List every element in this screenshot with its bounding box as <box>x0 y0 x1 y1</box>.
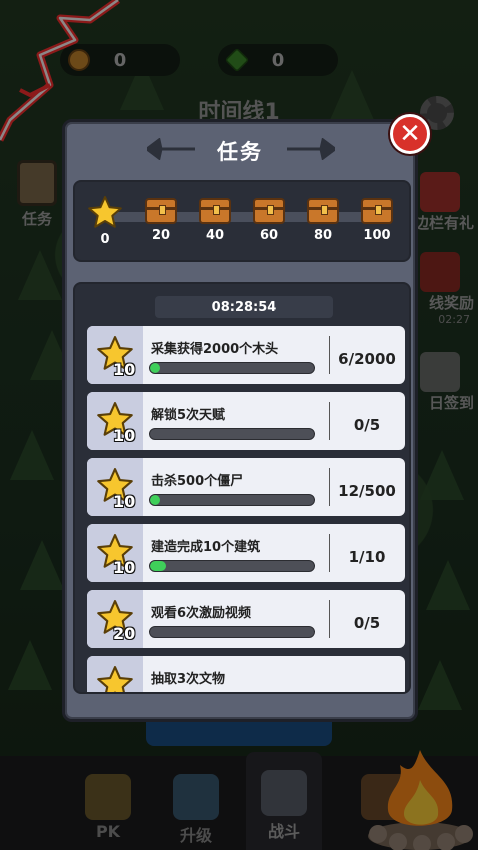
task-item[interactable]: 10 击杀500个僵尸 12/500 <box>87 458 405 516</box>
task-item[interactable]: 抽取3次文物 <box>87 656 405 692</box>
reward-amount: 20 <box>113 624 136 643</box>
activity-progress-panel: 0 20 40 60 80 100 <box>73 180 411 262</box>
milestone-chest-60[interactable]: 60 <box>249 196 289 243</box>
task-reward: 10 <box>87 524 143 582</box>
task-progress-fill <box>150 363 160 373</box>
milestone-label: 20 <box>151 228 171 243</box>
milestone-label: 80 <box>313 228 333 243</box>
task-count: 1/10 <box>348 548 386 566</box>
task-progress-fill <box>150 495 160 505</box>
task-modal: 任务 0 20 40 60 80 100 08:28:54 10 采集获得200… <box>62 119 418 722</box>
milestone-label: 0 <box>100 232 110 247</box>
chest-icon <box>307 198 339 224</box>
task-item[interactable]: 10 建造完成10个建筑 1/10 <box>87 524 405 582</box>
task-progress-bar <box>149 428 315 440</box>
milestone-chest-20[interactable]: 20 <box>141 196 181 243</box>
task-count: 0/5 <box>353 614 381 632</box>
task-list[interactable]: 08:28:54 10 采集获得2000个木头 6/2000 10 解锁5次天赋… <box>73 282 411 694</box>
task-progress-bar <box>149 494 315 506</box>
milestone-chest-80[interactable]: 80 <box>303 196 343 243</box>
task-name: 观看6次激励视频 <box>151 606 252 621</box>
refresh-timer: 08:28:54 <box>155 296 333 318</box>
task-item[interactable]: 10 解锁5次天赋 0/5 <box>87 392 405 450</box>
milestone-chest-100[interactable]: 100 <box>357 196 397 243</box>
chest-icon <box>361 198 393 224</box>
chest-icon <box>253 198 285 224</box>
task-name: 抽取3次文物 <box>151 672 226 687</box>
task-name: 采集获得2000个木头 <box>151 342 279 357</box>
task-progress-bar <box>149 560 315 572</box>
title-ornament-right <box>287 138 335 160</box>
chest-icon <box>145 198 177 224</box>
milestone-label: 40 <box>205 228 225 243</box>
task-reward: 10 <box>87 458 143 516</box>
reward-amount: 10 <box>113 426 136 445</box>
task-count: 0/5 <box>353 416 381 434</box>
task-name: 击杀500个僵尸 <box>151 474 244 489</box>
milestone-chest-40[interactable]: 40 <box>195 196 235 243</box>
reward-amount: 10 <box>113 360 136 379</box>
task-progress-fill <box>150 561 167 571</box>
milestone-label: 60 <box>259 228 279 243</box>
task-item[interactable]: 10 采集获得2000个木头 6/2000 <box>87 326 405 384</box>
task-reward: 10 <box>87 326 143 384</box>
task-count: 12/500 <box>338 482 396 500</box>
task-item[interactable]: 20 观看6次激励视频 0/5 <box>87 590 405 648</box>
task-reward: 10 <box>87 392 143 450</box>
task-name: 建造完成10个建筑 <box>151 540 261 555</box>
task-progress-bar <box>149 362 315 374</box>
task-count: 6/2000 <box>338 350 396 368</box>
star-icon <box>97 666 133 692</box>
milestone-label: 100 <box>363 228 391 243</box>
reward-amount: 10 <box>113 492 136 511</box>
task-reward: 20 <box>87 590 143 648</box>
modal-header: 任务 <box>65 122 415 178</box>
task-name: 解锁5次天赋 <box>151 408 226 423</box>
close-icon: ✕ <box>399 119 421 149</box>
chest-icon <box>199 198 231 224</box>
milestone-0: 0 <box>85 196 125 247</box>
task-progress-bar <box>149 626 315 638</box>
task-reward <box>87 656 143 692</box>
modal-title: 任务 <box>217 140 263 164</box>
close-button[interactable]: ✕ <box>390 114 430 154</box>
reward-amount: 10 <box>113 558 136 577</box>
star-icon <box>88 196 122 228</box>
